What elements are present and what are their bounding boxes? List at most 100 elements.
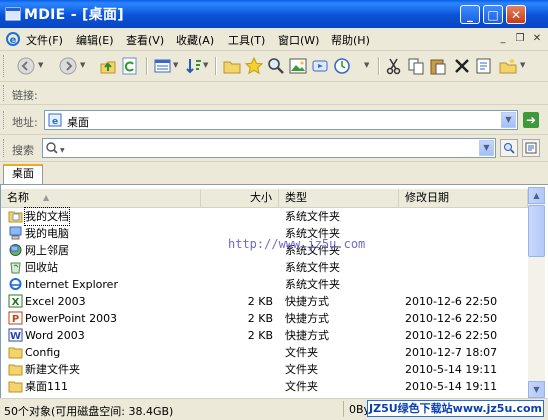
file-name: 新建文件夹 [25, 363, 80, 376]
column-name[interactable]: 名称 ▲ [1, 189, 201, 207]
toolbar: ▼ ▼ ▼ ▼ ▼ ▼ [0, 51, 548, 82]
search-dropdown-button[interactable]: ▼ [479, 140, 494, 156]
search-input[interactable]: ▼ ▼ [42, 138, 496, 158]
status-object-count: 50个对象(可用磁盘空间: 38.4GB) [4, 405, 174, 418]
mdi-restore-button[interactable]: ❐ [513, 32, 527, 45]
search-settings-icon [525, 142, 537, 154]
favorites-star-icon[interactable] [244, 56, 264, 76]
refresh-icon[interactable] [120, 56, 140, 76]
search-options-button[interactable] [522, 139, 540, 157]
menu-bar: e 文件(F) 编辑(E) 查看(V) 收藏(A) 工具(T) 窗口(W) 帮助… [0, 28, 548, 51]
forward-dropdown-icon[interactable]: ▼ [80, 61, 85, 69]
search-engine-icon[interactable] [45, 141, 59, 155]
search-go-button[interactable] [500, 139, 518, 157]
recycle-bin-icon [10, 262, 21, 274]
media-icon[interactable] [310, 56, 330, 76]
menu-tools[interactable]: 工具(T) [228, 32, 265, 48]
picture-icon[interactable] [288, 56, 308, 76]
file-row[interactable]: Config 文件夹 2010-12-7 18:07 [1, 344, 528, 361]
minimize-button[interactable]: _ [460, 5, 480, 24]
file-modified: 2010-5-14 19:11 [405, 363, 498, 376]
column-type[interactable]: 类型 [279, 189, 399, 207]
file-row[interactable]: 新建文件夹 文件夹 2010-5-14 19:11 [1, 361, 528, 378]
toolbar-separator [378, 57, 380, 75]
menu-file[interactable]: 文件(F) [26, 32, 63, 48]
sort-icon[interactable] [184, 56, 204, 76]
menu-help[interactable]: 帮助(H) [331, 32, 370, 48]
file-name: Internet Explorer [25, 278, 118, 291]
back-icon[interactable] [16, 56, 36, 76]
history-dropdown-icon[interactable]: ▼ [364, 61, 369, 69]
menu-view[interactable]: 查看(V) [126, 32, 164, 48]
copy-icon[interactable] [406, 56, 426, 76]
file-size: 2 KB [247, 329, 273, 342]
folder-icon [8, 364, 23, 376]
properties-icon[interactable] [474, 56, 494, 76]
search-icon[interactable] [266, 56, 286, 76]
file-row[interactable]: 回收站 系统文件夹 [1, 259, 528, 276]
menu-edit[interactable]: 编辑(E) [76, 32, 114, 48]
file-row[interactable]: W Word 2003 2 KB 快捷方式 2010-12-6 22:50 [1, 327, 528, 344]
history-icon[interactable] [332, 56, 352, 76]
column-modified[interactable]: 修改日期 [399, 189, 528, 207]
toolbar-grip[interactable] [3, 55, 7, 77]
mdi-close-button[interactable]: ✕ [530, 32, 544, 45]
network-icon [9, 244, 22, 256]
tab-desktop[interactable]: 桌面 [3, 164, 43, 184]
folders-icon[interactable] [222, 56, 242, 76]
address-grip[interactable] [3, 111, 7, 129]
maximize-button[interactable]: □ [483, 5, 503, 24]
column-size[interactable]: 大小 [201, 189, 279, 207]
file-row[interactable]: P PowerPoint 2003 2 KB 快捷方式 2010-12-6 22… [1, 310, 528, 327]
folder-icon [8, 381, 23, 393]
svg-text:W: W [10, 331, 21, 342]
file-modified: 2010-12-6 22:50 [405, 312, 498, 325]
vertical-scrollbar[interactable]: ▲ ▼ [528, 187, 545, 398]
up-folder-icon[interactable] [98, 56, 118, 76]
word-icon: W [8, 328, 23, 342]
links-grip[interactable] [3, 85, 7, 101]
file-name: Excel 2003 [25, 295, 86, 308]
address-input[interactable]: e 桌面 ▼ [44, 110, 518, 130]
scroll-down-arrow-icon[interactable]: ▼ [528, 381, 545, 398]
svg-text:X: X [12, 297, 20, 308]
views-icon[interactable] [153, 56, 173, 76]
close-button[interactable]: ✕ [506, 5, 526, 24]
status-divider [343, 401, 344, 417]
address-bar: 地址: e 桌面 ▼ ➜ [0, 106, 548, 135]
column-name-label: 名称 [7, 191, 29, 204]
links-bar: 链接: [0, 82, 548, 105]
ie-page-icon: e [48, 113, 62, 127]
file-type: 系统文件夹 [285, 210, 340, 223]
search-grip[interactable] [3, 139, 7, 157]
file-name: 我的电脑 [25, 227, 69, 240]
back-dropdown-icon[interactable]: ▼ [38, 61, 43, 69]
go-arrow-icon[interactable]: ➜ [523, 112, 539, 128]
file-row[interactable]: X Excel 2003 2 KB 快捷方式 2010-12-6 22:50 [1, 293, 528, 310]
new-folder-icon[interactable] [498, 56, 518, 76]
sort-dropdown-icon[interactable]: ▼ [203, 61, 208, 69]
cut-icon[interactable] [384, 56, 404, 76]
scroll-thumb[interactable] [528, 205, 545, 257]
scroll-up-arrow-icon[interactable]: ▲ [528, 187, 545, 204]
forward-icon[interactable] [58, 56, 78, 76]
title-bar[interactable]: MDIE - [桌面] _ □ ✕ [0, 0, 548, 28]
menu-favorites[interactable]: 收藏(A) [176, 32, 214, 48]
mdi-minimize-button[interactable]: _ [496, 32, 510, 45]
file-row[interactable]: 桌面111 文件夹 2010-5-14 19:11 [1, 378, 528, 395]
menu-window[interactable]: 窗口(W) [278, 32, 319, 48]
address-label: 地址: [12, 116, 38, 129]
internet-explorer-icon [9, 278, 22, 290]
search-engine-dropdown-icon[interactable]: ▼ [60, 147, 65, 154]
file-name: 回收站 [25, 261, 58, 274]
address-dropdown-button[interactable]: ▼ [501, 112, 516, 128]
delete-icon[interactable] [452, 56, 472, 76]
file-row[interactable]: 我的文档 系统文件夹 [1, 207, 528, 226]
file-modified: 2010-12-6 22:50 [405, 295, 498, 308]
file-type: 快捷方式 [285, 295, 329, 308]
file-list[interactable]: 名称 ▲ 大小 类型 修改日期 我的文档 系统文件夹 我的电脑 系统文件夹 网上… [0, 185, 548, 398]
file-row[interactable]: Internet Explorer 系统文件夹 [1, 276, 528, 293]
paste-icon[interactable] [428, 56, 448, 76]
views-dropdown-icon[interactable]: ▼ [173, 61, 178, 69]
new-dropdown-icon[interactable]: ▼ [520, 61, 525, 69]
